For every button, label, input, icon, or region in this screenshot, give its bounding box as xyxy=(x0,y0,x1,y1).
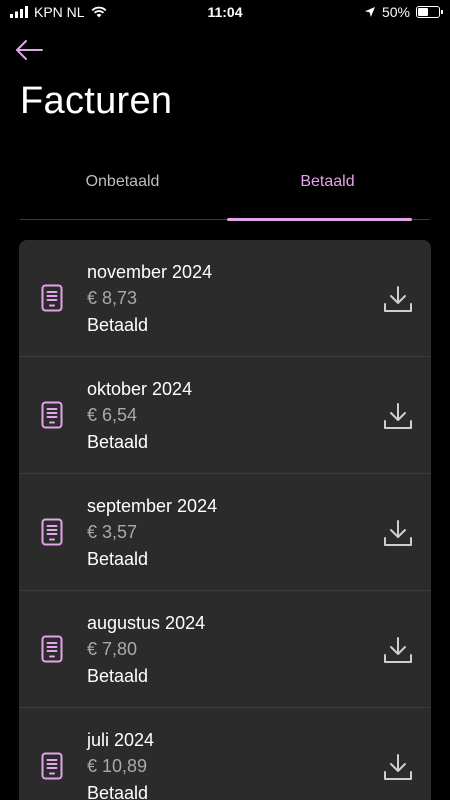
invoice-amount: € 8,73 xyxy=(87,288,138,308)
download-icon xyxy=(384,637,412,663)
battery-icon xyxy=(416,6,443,18)
invoice-month: augustus 2024 xyxy=(87,613,206,633)
invoice-status: Betaald xyxy=(87,549,149,569)
invoice-month: oktober 2024 xyxy=(87,379,193,399)
page-title: Facturen xyxy=(20,80,173,122)
invoice-status: Betaald xyxy=(87,432,149,452)
invoice-list: november 2024 € 8,73 Betaald oktober 202… xyxy=(19,240,431,800)
invoice-amount: € 10,89 xyxy=(87,756,148,776)
invoice-status: Betaald xyxy=(87,783,149,800)
download-button[interactable] xyxy=(383,518,413,548)
tab-bar: Onbetaald Betaald xyxy=(20,160,430,221)
invoice-month: november 2024 xyxy=(87,262,213,282)
invoice-status: Betaald xyxy=(87,666,149,686)
download-icon xyxy=(384,403,412,429)
download-button[interactable] xyxy=(383,752,413,782)
invoice-month: september 2024 xyxy=(87,496,218,516)
document-icon xyxy=(41,752,63,780)
invoice-item[interactable]: november 2024 € 8,73 Betaald xyxy=(19,240,431,357)
invoice-item[interactable]: juli 2024 € 10,89 Betaald xyxy=(19,708,431,800)
document-icon xyxy=(41,518,63,546)
invoice-month: juli 2024 xyxy=(87,730,155,750)
download-button[interactable] xyxy=(383,284,413,314)
invoice-status: Betaald xyxy=(87,315,149,335)
download-icon xyxy=(384,286,412,312)
battery-level xyxy=(418,8,428,16)
download-icon xyxy=(384,520,412,546)
status-bar: KPN NL 11:04 50% xyxy=(0,0,450,26)
download-button[interactable] xyxy=(383,635,413,665)
status-right: 50% xyxy=(364,4,443,20)
document-icon xyxy=(41,401,63,429)
invoice-item[interactable]: september 2024 € 3,57 Betaald xyxy=(19,474,431,591)
invoice-amount: € 6,54 xyxy=(87,405,138,425)
arrow-left-icon xyxy=(16,40,43,60)
download-button[interactable] xyxy=(383,401,413,431)
document-icon xyxy=(41,635,63,663)
invoice-item[interactable]: augustus 2024 € 7,80 Betaald xyxy=(19,591,431,708)
document-icon xyxy=(41,284,63,312)
invoice-amount: € 7,80 xyxy=(87,639,138,659)
invoice-amount: € 3,57 xyxy=(87,522,138,542)
tab-onbetaald[interactable]: Onbetaald xyxy=(20,160,225,219)
tab-betaald[interactable]: Betaald xyxy=(225,160,430,221)
invoice-item[interactable]: oktober 2024 € 6,54 Betaald xyxy=(19,357,431,474)
battery-percentage: 50% xyxy=(381,4,410,20)
location-arrow-icon xyxy=(364,7,375,17)
back-button[interactable] xyxy=(14,36,46,64)
download-icon xyxy=(384,754,412,780)
